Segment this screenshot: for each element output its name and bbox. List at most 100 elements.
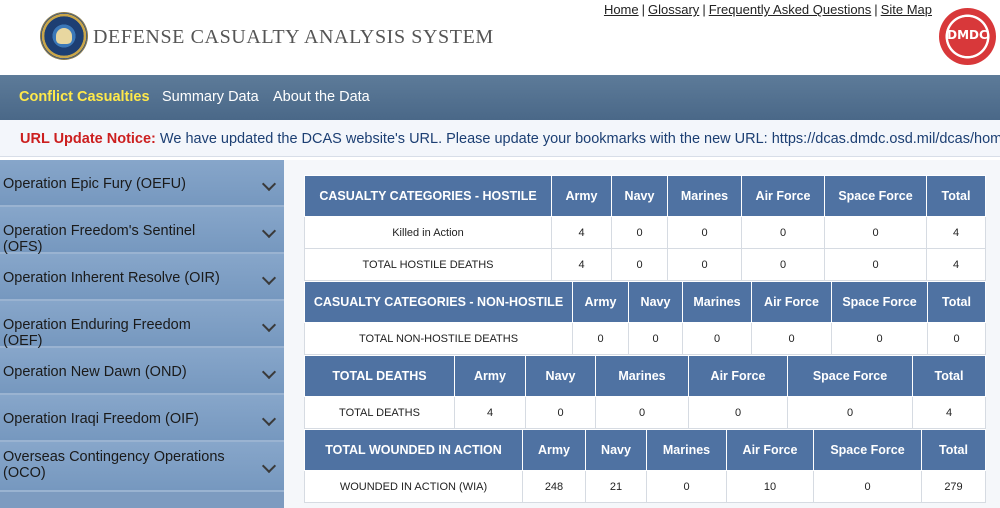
table-cell: TOTAL NON-HOSTILE DEATHS [304,322,573,355]
column-header: Marines [595,355,689,397]
table-cell: 0 [646,470,727,503]
column-header: Space Force [813,429,922,471]
chevron-down-icon [261,317,277,333]
table-cell: TOTAL HOSTILE DEATHS [304,248,552,281]
column-header: Army [454,355,526,397]
column-header: Navy [585,429,647,471]
sidebar-item-label: Operation New Dawn (OND) [3,364,187,380]
table-cell: TOTAL DEATHS [304,396,455,429]
notice-text: We have updated the DCAS website's URL. … [159,131,1000,147]
table-cell: 0 [572,322,629,355]
column-header: Navy [611,175,668,217]
sidebar-item-label: Operation Freedom's Sentinel (OFS) [3,223,196,255]
nav-summary-data[interactable]: Summary Data [162,89,259,105]
table-cell: 0 [813,470,922,503]
nav-conflict-casualties[interactable]: Conflict Casualties [19,89,150,105]
table-cell: 0 [688,396,788,429]
column-header: Air Force [751,281,832,323]
table-cell: 0 [611,216,668,249]
column-header: Total [921,429,986,471]
sidebar-item-label: Operation Inherent Resolve (OIR) [3,270,220,286]
column-header: Army [522,429,586,471]
column-header: Marines [667,175,742,217]
column-header: Marines [646,429,727,471]
sidebar-item-oif[interactable]: Operation Iraqi Freedom (OIF) [0,395,284,442]
faq-link[interactable]: Frequently Asked Questions [709,2,872,17]
column-header: Total [927,281,986,323]
sidebar-item-oir[interactable]: Operation Inherent Resolve (OIR) [0,254,284,301]
table-cell: 0 [741,216,825,249]
non-hostile-table: CASUALTY CATEGORIES - NON-HOSTILE Army N… [304,281,986,355]
table-cell: 0 [595,396,689,429]
sidebar-item-label: Overseas Contingency Operations (OCO) [3,449,225,481]
column-header: Army [572,281,629,323]
sidebar-item-ond[interactable]: Operation New Dawn (OND) [0,348,284,395]
sidebar-item-label: Operation Iraqi Freedom (OIF) [3,411,199,427]
table-header-row: CASUALTY CATEGORIES - HOSTILE Army Navy … [304,175,986,217]
url-update-notice: URL Update Notice: We have updated the D… [0,120,1000,157]
top-links: Home | Glossary | Frequently Asked Questions… [603,2,932,17]
column-header: Navy [525,355,596,397]
site-title[interactable]: DEFENSE CASUALTY ANALYSIS SYSTEM [93,26,494,49]
chevron-down-icon [261,176,277,192]
table-cell: 4 [926,248,986,281]
table-cell: 10 [726,470,814,503]
column-header: Army [551,175,612,217]
table-row: TOTAL DEATHS 4 0 0 0 0 4 [304,396,986,429]
sidebar-item-label: Operation Epic Fury (OEFU) [3,176,186,192]
column-header: Space Force [824,175,927,217]
table-cell: 0 [787,396,913,429]
main-nav: Conflict Casualties Summary Data About t… [0,75,1000,120]
table-row: TOTAL HOSTILE DEATHS 4 0 0 0 0 4 [304,248,986,281]
column-header: Total [912,355,986,397]
chevron-down-icon [261,223,277,239]
column-header: Space Force [831,281,928,323]
column-header: Navy [628,281,683,323]
sidebar-item-ofs[interactable]: Operation Freedom's Sentinel (OFS) [0,207,284,255]
table-cell: 0 [628,322,683,355]
column-header: Air Force [741,175,825,217]
dod-seal-icon [41,13,87,59]
sidebar-item-oef[interactable]: Operation Enduring Freedom (OEF) [0,301,284,349]
site-map-link[interactable]: Site Map [881,2,932,17]
home-link[interactable]: Home [604,2,639,17]
column-header: TOTAL DEATHS [304,355,455,397]
dmdc-logo-icon[interactable]: DMDC [939,8,996,65]
table-header-row: TOTAL WOUNDED IN ACTION Army Navy Marine… [304,429,986,471]
chevron-down-icon [261,270,277,286]
glossary-link[interactable]: Glossary [648,2,699,17]
table-cell: 0 [831,322,928,355]
column-header: Space Force [787,355,913,397]
column-header: TOTAL WOUNDED IN ACTION [304,429,523,471]
column-header: Marines [682,281,752,323]
sidebar-item-oefu[interactable]: Operation Epic Fury (OEFU) [0,160,284,207]
nav-about-the-data[interactable]: About the Data [273,89,370,105]
column-header: Total [926,175,986,217]
table-cell: 0 [824,248,927,281]
table-cell: Killed in Action [304,216,552,249]
column-header: CASUALTY CATEGORIES - NON-HOSTILE [304,281,573,323]
site-header: DEFENSE CASUALTY ANALYSIS SYSTEM Home | Gl… [0,0,1000,75]
sidebar-item-oco[interactable]: Overseas Contingency Operations (OCO) [0,442,284,492]
table-cell: 0 [824,216,927,249]
table-row: TOTAL NON-HOSTILE DEATHS 0 0 0 0 0 0 [304,322,986,355]
table-cell: 4 [912,396,986,429]
table-cell: 248 [522,470,586,503]
column-header: Air Force [726,429,814,471]
table-cell: 4 [551,216,612,249]
table-cell: 0 [667,248,742,281]
table-cell: 0 [927,322,986,355]
table-cell: 0 [741,248,825,281]
operations-sidebar: Operation Epic Fury (OEFU) Operation Fre… [0,160,284,508]
table-cell: 279 [921,470,986,503]
table-cell: 21 [585,470,647,503]
table-row: WOUNDED IN ACTION (WIA) 248 21 0 10 0 27… [304,470,986,503]
column-header: CASUALTY CATEGORIES - HOSTILE [304,175,552,217]
table-cell: 0 [682,322,752,355]
column-header: Air Force [688,355,788,397]
table-cell: 0 [525,396,596,429]
table-cell: 0 [611,248,668,281]
table-cell: 4 [454,396,526,429]
chevron-down-icon [261,458,277,474]
table-cell: WOUNDED IN ACTION (WIA) [304,470,523,503]
